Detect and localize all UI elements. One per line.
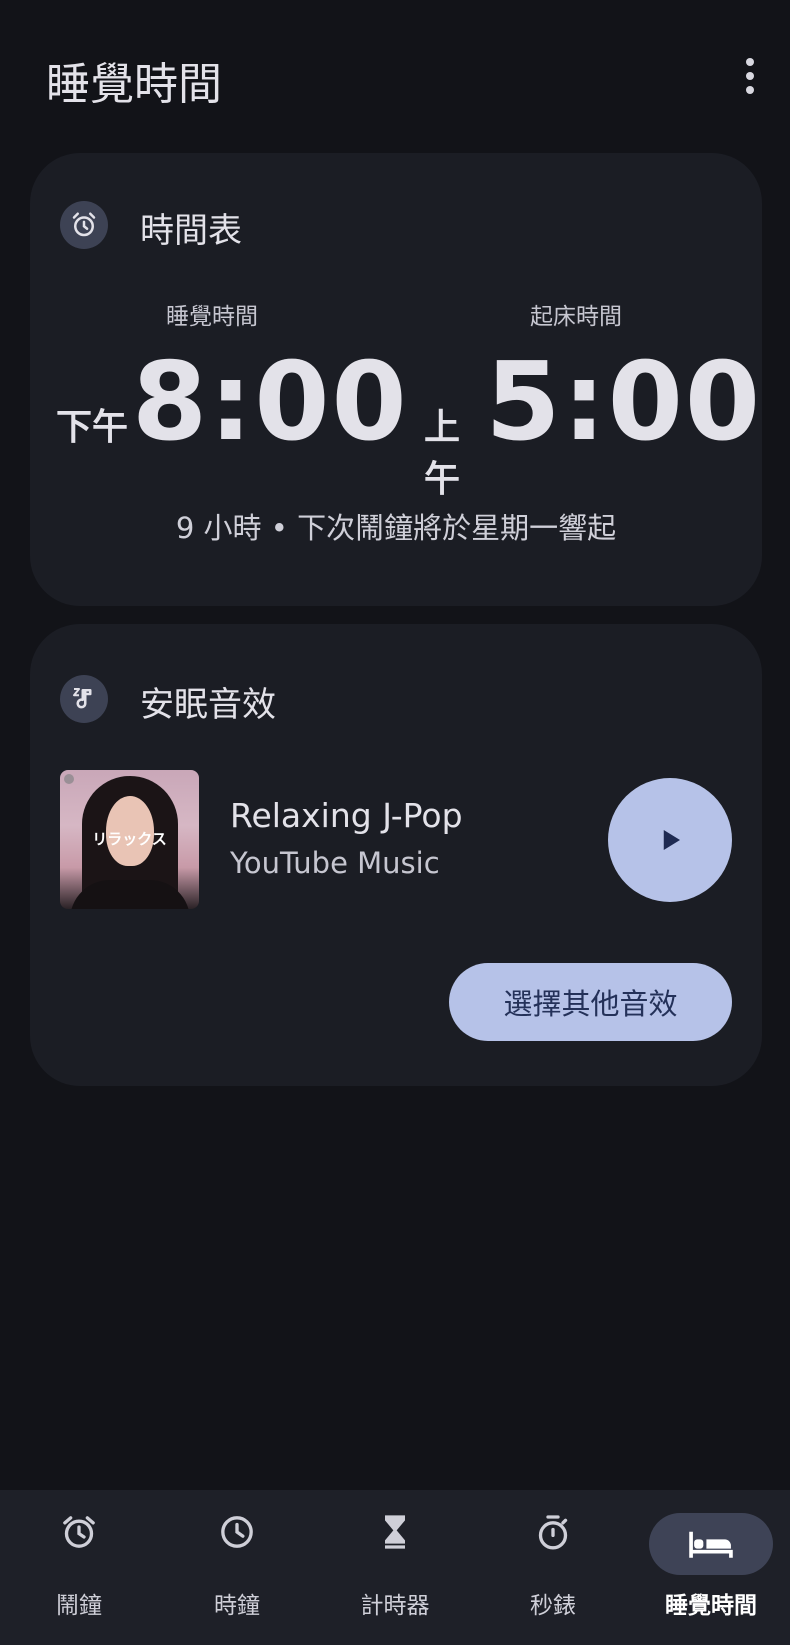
- alarm-schedule-icon: [60, 201, 108, 249]
- schedule-title: 時間表: [140, 211, 242, 251]
- bottom-navigation: 鬧鐘 時鐘 計時器 秒錶 睡覺時間: [0, 1490, 790, 1645]
- nav-label-stopwatch: 秒錶: [530, 1593, 576, 1619]
- nav-label-timer: 計時器: [360, 1593, 430, 1619]
- track-title: Relaxing J-Pop: [230, 796, 463, 835]
- stopwatch-icon: [521, 1514, 585, 1550]
- more-dot: [746, 72, 754, 80]
- bedtime-ampm: 下午: [56, 407, 129, 448]
- more-dot: [746, 58, 754, 66]
- bed-icon: [649, 1513, 773, 1575]
- album-art: リラックス: [60, 770, 199, 909]
- nav-item-clock[interactable]: 時鐘: [158, 1490, 316, 1645]
- wake-label: 起床時間: [530, 304, 622, 330]
- play-icon: [663, 830, 680, 850]
- nav-item-timer[interactable]: 計時器: [316, 1490, 474, 1645]
- bedtime-label: 睡覺時間: [166, 304, 258, 330]
- page-title: 睡覺時間: [46, 59, 222, 110]
- schedule-summary: 9 小時 • 下次鬧鐘將於星期一響起: [175, 511, 617, 545]
- nav-label-bedtime: 睡覺時間: [665, 1593, 757, 1619]
- album-badge-dot: [64, 774, 74, 784]
- play-button[interactable]: [608, 778, 732, 902]
- bedtime-time[interactable]: 下午 8:00: [56, 349, 409, 457]
- sleep-sound-title: 安眠音效: [140, 685, 276, 725]
- nav-item-stopwatch[interactable]: 秒錶: [474, 1490, 632, 1645]
- wake-time[interactable]: 上午 5:00: [424, 349, 762, 502]
- nav-label-clock: 時鐘: [214, 1593, 260, 1619]
- track-source: YouTube Music: [230, 846, 440, 880]
- hourglass-icon: [363, 1514, 427, 1550]
- bedtime-value: 8:00: [132, 340, 409, 465]
- top-app-bar: 睡覺時間: [0, 0, 790, 150]
- sleep-music-icon: [60, 675, 108, 723]
- more-options-button[interactable]: [730, 56, 770, 96]
- choose-other-sound-button[interactable]: 選擇其他音效: [449, 963, 732, 1041]
- wake-value: 5:00: [485, 340, 762, 465]
- nav-label-alarm: 鬧鐘: [56, 1593, 102, 1619]
- wake-ampm: 上午: [424, 407, 461, 500]
- nav-item-alarm[interactable]: 鬧鐘: [0, 1490, 158, 1645]
- clock-icon: [205, 1514, 269, 1550]
- nav-item-bedtime[interactable]: 睡覺時間: [632, 1490, 790, 1645]
- schedule-card[interactable]: 時間表 睡覺時間 下午 8:00 起床時間 上午 5:00 9 小時 • 下次鬧…: [30, 153, 762, 606]
- album-text: リラックス: [92, 830, 167, 848]
- more-dot: [746, 86, 754, 94]
- sleep-sound-card: 安眠音效 リラックス Relaxing J-Pop YouTube Music …: [30, 624, 762, 1086]
- alarm-icon: [47, 1514, 111, 1550]
